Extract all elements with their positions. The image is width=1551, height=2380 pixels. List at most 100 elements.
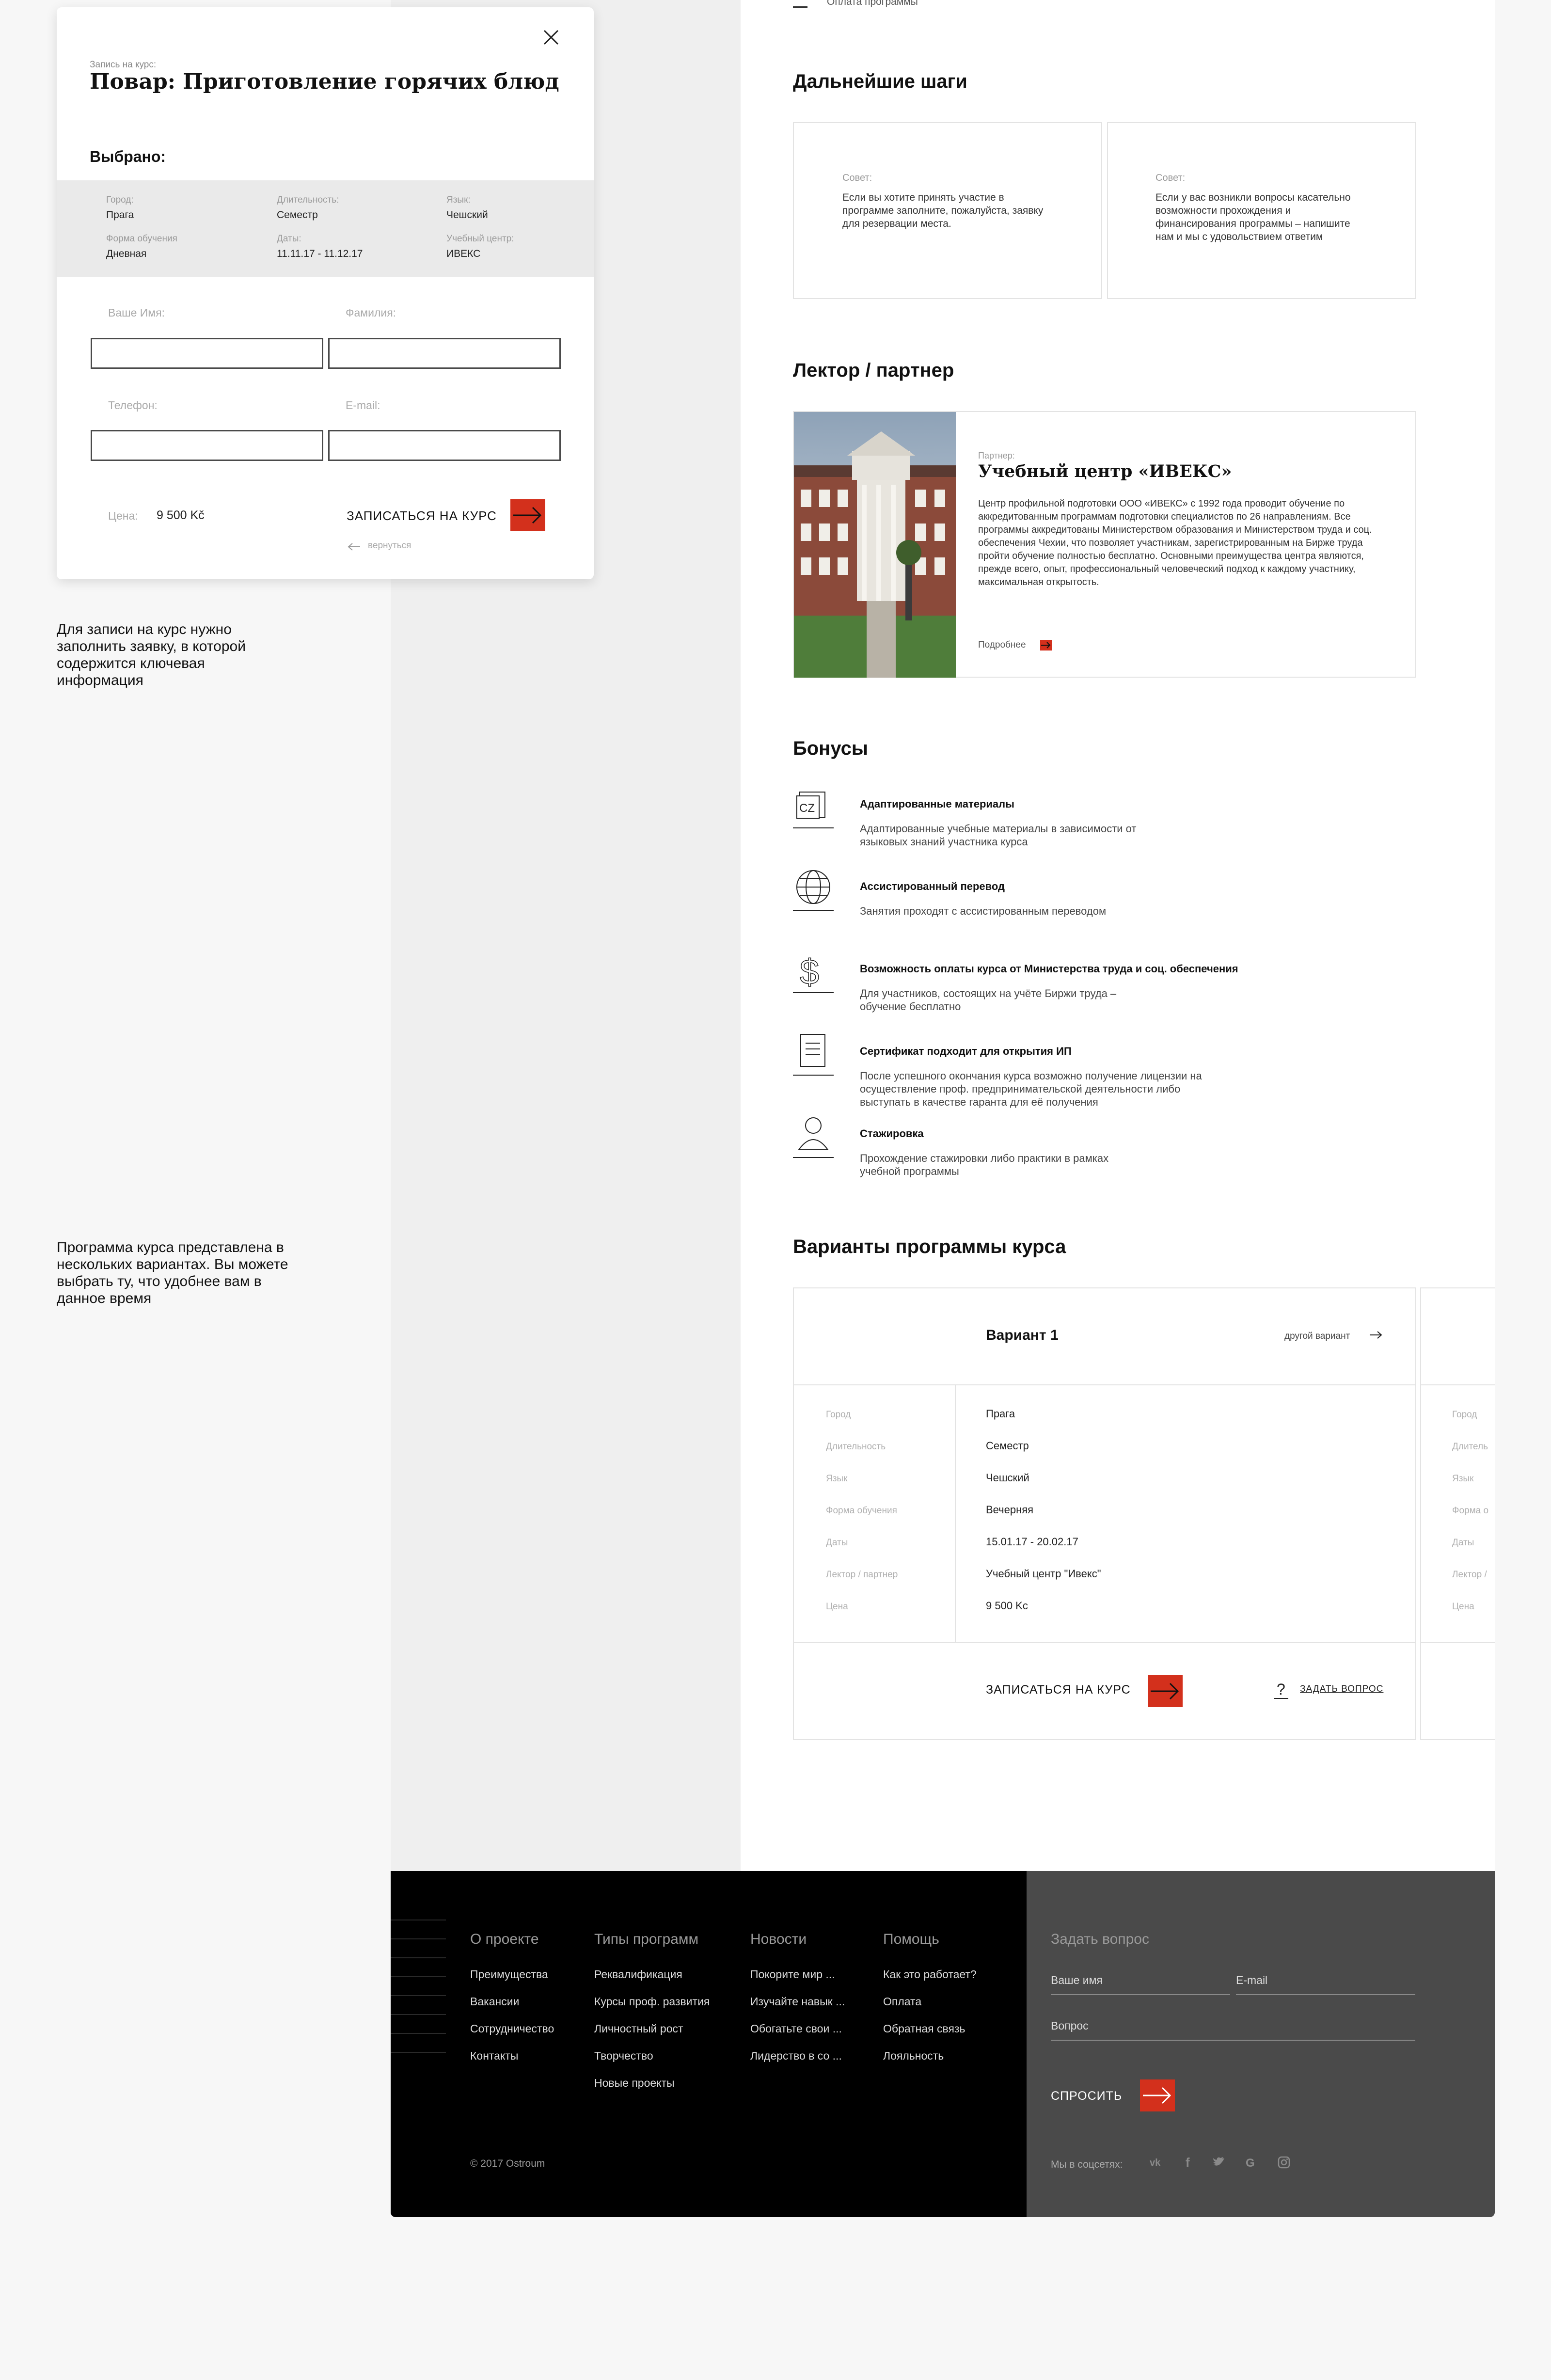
next-steps-title: Дальнейшие шаги xyxy=(793,71,967,92)
bonus-title: Стажировка xyxy=(860,1127,924,1140)
lecturer-title: Лектор / партнер xyxy=(793,360,954,381)
variant-row-label: Форма о xyxy=(1452,1506,1489,1516)
footer-link[interactable]: Сотрудничество xyxy=(470,2022,554,2035)
instagram-icon[interactable] xyxy=(1277,2155,1291,2170)
footer-col-about: О проекте Преимущества Вакансии Сотрудни… xyxy=(470,1931,554,2063)
variants-title: Варианты программы курса xyxy=(793,1236,1066,1257)
footer-link[interactable]: Лояльность xyxy=(883,2049,977,2063)
city-detail: Город: Прага xyxy=(106,195,134,221)
bonus-description: Адаптированные учебные материалы в завис… xyxy=(860,823,1137,848)
copyright: © 2017 Ostroum xyxy=(470,2158,545,2169)
payment-icon xyxy=(793,0,807,8)
variant-row-value: Учебный центр "Ивекс" xyxy=(986,1568,1101,1580)
ask-question-link[interactable]: ЗАДАТЬ ВОПРОС xyxy=(1300,1684,1383,1695)
tip-label: Совет: xyxy=(842,173,872,183)
bonus-title: Сертификат подходит для открытия ИП xyxy=(860,1045,1072,1057)
variant-card: Вариант 1 другой вариант Город Прага Дли… xyxy=(793,1287,1416,1740)
ask-email-input[interactable]: E-mail xyxy=(1236,1974,1415,1995)
partner-label: Партнер: xyxy=(978,451,1015,460)
facebook-icon[interactable]: f xyxy=(1182,2155,1196,2170)
annotation-note-1: Для записи на курс нужно заполнить заявк… xyxy=(57,621,246,688)
variant-row-label: Цена xyxy=(1452,1602,1474,1612)
google-icon[interactable]: G xyxy=(1244,2155,1258,2170)
arrow-right-icon[interactable] xyxy=(1369,1330,1383,1340)
footer-link[interactable]: Изучайте навык ... xyxy=(750,1995,845,2008)
vk-icon[interactable]: vk xyxy=(1150,2155,1164,2170)
user-icon xyxy=(793,1115,837,1158)
back-arrow-icon[interactable] xyxy=(348,542,361,552)
svg-text:G: G xyxy=(1246,2157,1255,2170)
submit-arrow-button[interactable] xyxy=(510,499,545,531)
variant-row-label: Лектор / xyxy=(1452,1570,1487,1580)
bonus-description: После успешного окончания курса возможно… xyxy=(860,1070,1202,1108)
footer-link[interactable]: Вакансии xyxy=(470,1995,554,2008)
footer-link[interactable]: Как это работает? xyxy=(883,1968,977,1981)
footer-ask-panel: Задать вопрос Ваше имя E-mail Вопрос СПР… xyxy=(1027,1871,1495,2217)
footer-link[interactable]: Лидерство в со ... xyxy=(750,2049,845,2063)
detail-label: Город: xyxy=(106,195,134,205)
footer-heading: Новости xyxy=(750,1931,807,1947)
footer-heading: Типы программ xyxy=(594,1931,699,1947)
first-name-input[interactable] xyxy=(91,338,323,369)
footer-link[interactable]: Преимущества xyxy=(470,1968,554,1981)
footer-col-programs: Типы программ Реквалификация Курсы проф.… xyxy=(594,1931,710,2090)
last-name-input[interactable] xyxy=(328,338,561,369)
bonus-title: Ассистированный перевод xyxy=(860,880,1005,892)
variant-row-label: Даты xyxy=(826,1538,848,1548)
variant-row-value: 15.01.17 - 20.02.17 xyxy=(986,1536,1078,1548)
svg-text:f: f xyxy=(1186,2155,1190,2170)
submit-label[interactable]: ЗАПИСАТЬСЯ НА КУРС xyxy=(347,508,497,524)
variant-row-label: Цена xyxy=(826,1602,848,1612)
variant-card-partial[interactable]: Город Длитель Язык Форма о Даты Лектор /… xyxy=(1420,1287,1495,1740)
study-form-detail: Форма обучения Дневная xyxy=(106,234,177,260)
footer-heading: О проекте xyxy=(470,1931,539,1947)
variant-row-value: Вечерняя xyxy=(986,1504,1034,1516)
ask-submit-arrow-button[interactable] xyxy=(1140,2079,1175,2111)
variant-row-label: Даты xyxy=(1452,1538,1474,1548)
footer-link[interactable]: Личностный рост xyxy=(594,2022,710,2035)
twitter-icon[interactable] xyxy=(1212,2155,1226,2170)
variant-row-label: Город xyxy=(826,1410,851,1420)
footer-link[interactable]: Новые проекты xyxy=(594,2077,710,2090)
partner-building-photo xyxy=(794,412,956,678)
question-icon[interactable]: ? xyxy=(1274,1680,1288,1699)
footer-link[interactable]: Творчество xyxy=(594,2049,710,2063)
enroll-modal: Запись на курс: Повар: Приготовление гор… xyxy=(57,7,594,579)
divider xyxy=(1421,1384,1495,1385)
variant-submit-label[interactable]: ЗАПИСАТЬСЯ НА КУРС xyxy=(986,1683,1131,1697)
detail-label: Учебный центр: xyxy=(446,234,514,244)
phone-input[interactable] xyxy=(91,430,323,461)
ask-name-input[interactable]: Ваше имя xyxy=(1051,1974,1230,1995)
close-icon[interactable] xyxy=(541,28,561,47)
variant-submit-arrow-button[interactable] xyxy=(1148,1675,1183,1707)
variant-row-label: Язык xyxy=(1452,1474,1474,1484)
other-variant-link[interactable]: другой вариант xyxy=(1284,1331,1350,1342)
footer-link[interactable]: Контакты xyxy=(470,2049,554,2063)
variant-row-value: Прага xyxy=(986,1408,1015,1420)
ask-question-input[interactable]: Вопрос xyxy=(1051,2019,1415,2041)
email-input[interactable] xyxy=(328,430,561,461)
bonuses-title: Бонусы xyxy=(793,738,868,759)
partner-more-link[interactable]: Подробнее xyxy=(978,640,1026,651)
detail-label: Даты: xyxy=(277,234,301,244)
variant-row-label: Форма обучения xyxy=(826,1506,897,1516)
footer-link[interactable]: Покорите мир ... xyxy=(750,1968,845,1981)
detail-value: Чешский xyxy=(446,209,488,221)
footer-link[interactable]: Обратная связь xyxy=(883,2022,977,2035)
detail-label: Форма обучения xyxy=(106,234,177,244)
more-arrow-icon[interactable] xyxy=(1040,640,1052,651)
svg-text:CZ: CZ xyxy=(799,802,815,815)
tip-card: Совет: Если у вас возникли вопросы касат… xyxy=(1107,122,1416,299)
language-detail: Язык: Чешский xyxy=(446,195,488,221)
back-link[interactable]: вернуться xyxy=(368,540,411,551)
footer-link[interactable]: Реквалификация xyxy=(594,1968,710,1981)
ask-submit-label[interactable]: СПРОСИТЬ xyxy=(1051,2089,1122,2103)
footer-link[interactable]: Обогатьте свои ... xyxy=(750,2022,845,2035)
detail-label: Длительность: xyxy=(277,195,339,205)
variant-row-label: Длитель xyxy=(1452,1442,1488,1452)
tip-label: Совет: xyxy=(1155,173,1186,183)
detail-value: Дневная xyxy=(106,248,147,259)
footer-link[interactable]: Курсы проф. развития xyxy=(594,1995,710,2008)
footer-link[interactable]: Оплата xyxy=(883,1995,977,2008)
bonus-description: Для участников, состоящих на учёте Биржи… xyxy=(860,987,1117,1013)
